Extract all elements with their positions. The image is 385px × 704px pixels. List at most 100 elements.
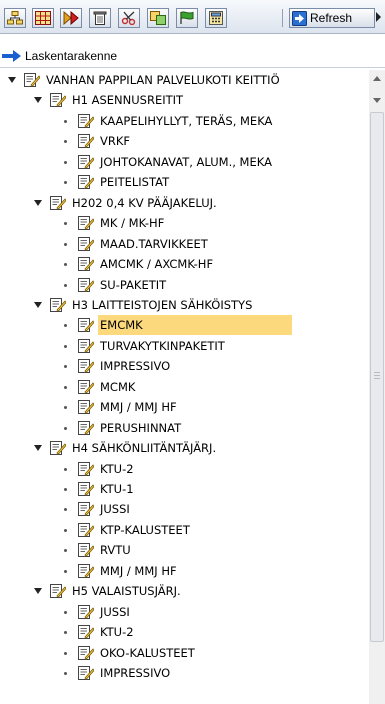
tree-row-label: SU-PAKETIT [100, 278, 167, 292]
tree-row-label: PERUSHINNAT [100, 421, 182, 435]
node-edit-icon [78, 216, 94, 230]
tree-leaf-row[interactable]: KTU-2 [0, 459, 369, 479]
tree-leaf-row[interactable]: IMPRESSIVO [0, 356, 369, 376]
tree-row-label: VRKF [100, 134, 131, 148]
tree-row-label: TURVAKYTKINPAKETIT [100, 339, 225, 353]
bullet-icon [64, 160, 67, 164]
expand-toggle-icon[interactable] [34, 445, 42, 451]
bullet-icon [64, 507, 67, 511]
tree-leaf-row[interactable]: TURVAKYTKINPAKETIT [0, 336, 369, 356]
forward-icon [63, 11, 79, 25]
bullet-icon [64, 323, 67, 327]
flag-icon [180, 11, 194, 24]
bullet-icon [64, 262, 67, 266]
expand-toggle-icon[interactable] [34, 588, 42, 594]
tree-row-label: KTP-KALUSTEET [100, 523, 190, 537]
bullet-icon [64, 405, 67, 409]
tree-leaf-row[interactable]: JUSSI [0, 602, 369, 622]
tree-leaf-row[interactable]: KTP-KALUSTEET [0, 520, 369, 540]
calculator-button[interactable] [205, 8, 227, 28]
tree-leaf-row[interactable]: PEITELISTAT [0, 172, 369, 192]
node-edit-icon [78, 462, 94, 476]
tree-row-label: KAAPELIHYLLYT, TERÄS, MEKA [100, 114, 273, 128]
node-edit-icon [78, 339, 94, 353]
tree-group-row[interactable]: H4 SÄHKÖNLIITÄNTÄJÄRJ. [0, 438, 369, 458]
tree-group-row[interactable]: H202 0,4 KV PÄÄJAKELUJ. [0, 193, 369, 213]
node-edit-icon [78, 257, 94, 271]
node-edit-icon [78, 175, 94, 189]
expand-toggle-icon[interactable] [8, 77, 16, 83]
copy-button[interactable] [147, 8, 169, 28]
toolbar-overflow-arrow[interactable] [376, 12, 381, 22]
tree-group-row[interactable]: VANHAN PAPPILAN PALVELUKOTI KEITTIÖ [0, 70, 369, 90]
bullet-icon [64, 385, 67, 389]
tree-row-label: KTU-2 [100, 462, 134, 476]
scrollbar-grip-icon [374, 372, 380, 380]
scroll-down-arrow-icon[interactable] [373, 98, 381, 103]
bullet-icon [64, 548, 67, 552]
cut-button[interactable] [118, 8, 140, 28]
tree-header[interactable]: Laskentarakenne [0, 44, 385, 68]
tree-header-label: Laskentarakenne [25, 48, 118, 63]
tree-group-row[interactable]: H1 ASENNUSREITIT [0, 90, 369, 110]
tree-row-label: JOHTOKANAVAT, ALUM., MEKA [100, 155, 272, 169]
bullet-icon [64, 364, 67, 368]
delete-button[interactable] [89, 8, 111, 28]
tree-leaf-row[interactable]: JOHTOKANAVAT, ALUM., MEKA [0, 152, 369, 172]
tree-leaf-row[interactable]: MK / MK-HF [0, 213, 369, 233]
scroll-up-arrow-icon[interactable] [373, 76, 381, 81]
bullet-icon [64, 569, 67, 573]
node-edit-icon [78, 359, 94, 373]
node-edit-icon [78, 502, 94, 516]
tree-row-label: VANHAN PAPPILAN PALVELUKOTI KEITTIÖ [46, 73, 280, 87]
tree-leaf-row[interactable]: MAAD.TARVIKKEET [0, 234, 369, 254]
expand-toggle-icon[interactable] [34, 97, 42, 103]
tree-row-label: KTU-2 [100, 625, 134, 639]
tree-leaf-row[interactable]: SU-PAKETIT [0, 275, 369, 295]
structure-button[interactable] [4, 8, 26, 28]
tree-leaf-row[interactable]: VRKF [0, 131, 369, 151]
tree-leaf-row[interactable]: PERUSHINNAT [0, 418, 369, 438]
node-edit-icon [78, 114, 94, 128]
refresh-label: Refresh [310, 11, 353, 25]
node-edit-icon [78, 155, 94, 169]
calculator-icon [209, 11, 223, 25]
node-edit-icon [78, 543, 94, 557]
tree-leaf-row[interactable]: MMJ / MMJ HF [0, 397, 369, 417]
tree-leaf-row[interactable]: IMPRESSIVO [0, 663, 369, 683]
node-edit-icon [78, 318, 94, 332]
tree-row-label: KTU-1 [100, 482, 134, 496]
tree-group-row[interactable]: H5 VALAISTUSJÄRJ. [0, 581, 369, 601]
tree-leaf-row[interactable]: MMJ / MMJ HF [0, 561, 369, 581]
tree-row-label: OKO-KALUSTEET [100, 646, 195, 660]
forward-button[interactable] [60, 8, 82, 28]
tree-leaf-row[interactable]: AMCMK / AXCMK-HF [0, 254, 369, 274]
node-edit-icon [50, 196, 66, 210]
arrow-right-icon [2, 49, 21, 62]
tree-leaf-row[interactable]: KTU-1 [0, 479, 369, 499]
tree-leaf-row[interactable]: RVTU [0, 540, 369, 560]
tree-group-row[interactable]: H3 LAITTEISTOJEN SÄHKÖISTYS [0, 295, 369, 315]
flag-button[interactable] [176, 8, 198, 28]
toolbar-separator [282, 9, 283, 27]
node-edit-icon [50, 584, 66, 598]
bullet-icon [64, 344, 67, 348]
tree-leaf-row[interactable]: MCMK [0, 377, 369, 397]
tree-leaf-row[interactable]: KAAPELIHYLLYT, TERÄS, MEKA [0, 111, 369, 131]
tree-leaf-row[interactable]: JUSSI [0, 499, 369, 519]
tree-leaf-row[interactable]: OKO-KALUSTEET [0, 643, 369, 663]
node-edit-icon [50, 441, 66, 455]
tree-leaf-row[interactable]: EMCMK [0, 315, 369, 335]
bullet-icon [64, 139, 67, 143]
node-edit-icon [78, 523, 94, 537]
expand-toggle-icon[interactable] [34, 200, 42, 206]
expand-toggle-icon[interactable] [34, 302, 42, 308]
node-edit-icon [78, 666, 94, 680]
tree-leaf-row[interactable]: KTU-2 [0, 622, 369, 642]
tree-row-label: MAAD.TARVIKKEET [100, 237, 208, 251]
bullet-icon [64, 651, 67, 655]
tree-row-label: AMCMK / AXCMK-HF [100, 257, 214, 271]
node-edit-icon [50, 93, 66, 107]
grid-button[interactable] [32, 8, 54, 28]
refresh-button[interactable]: Refresh [289, 8, 375, 28]
